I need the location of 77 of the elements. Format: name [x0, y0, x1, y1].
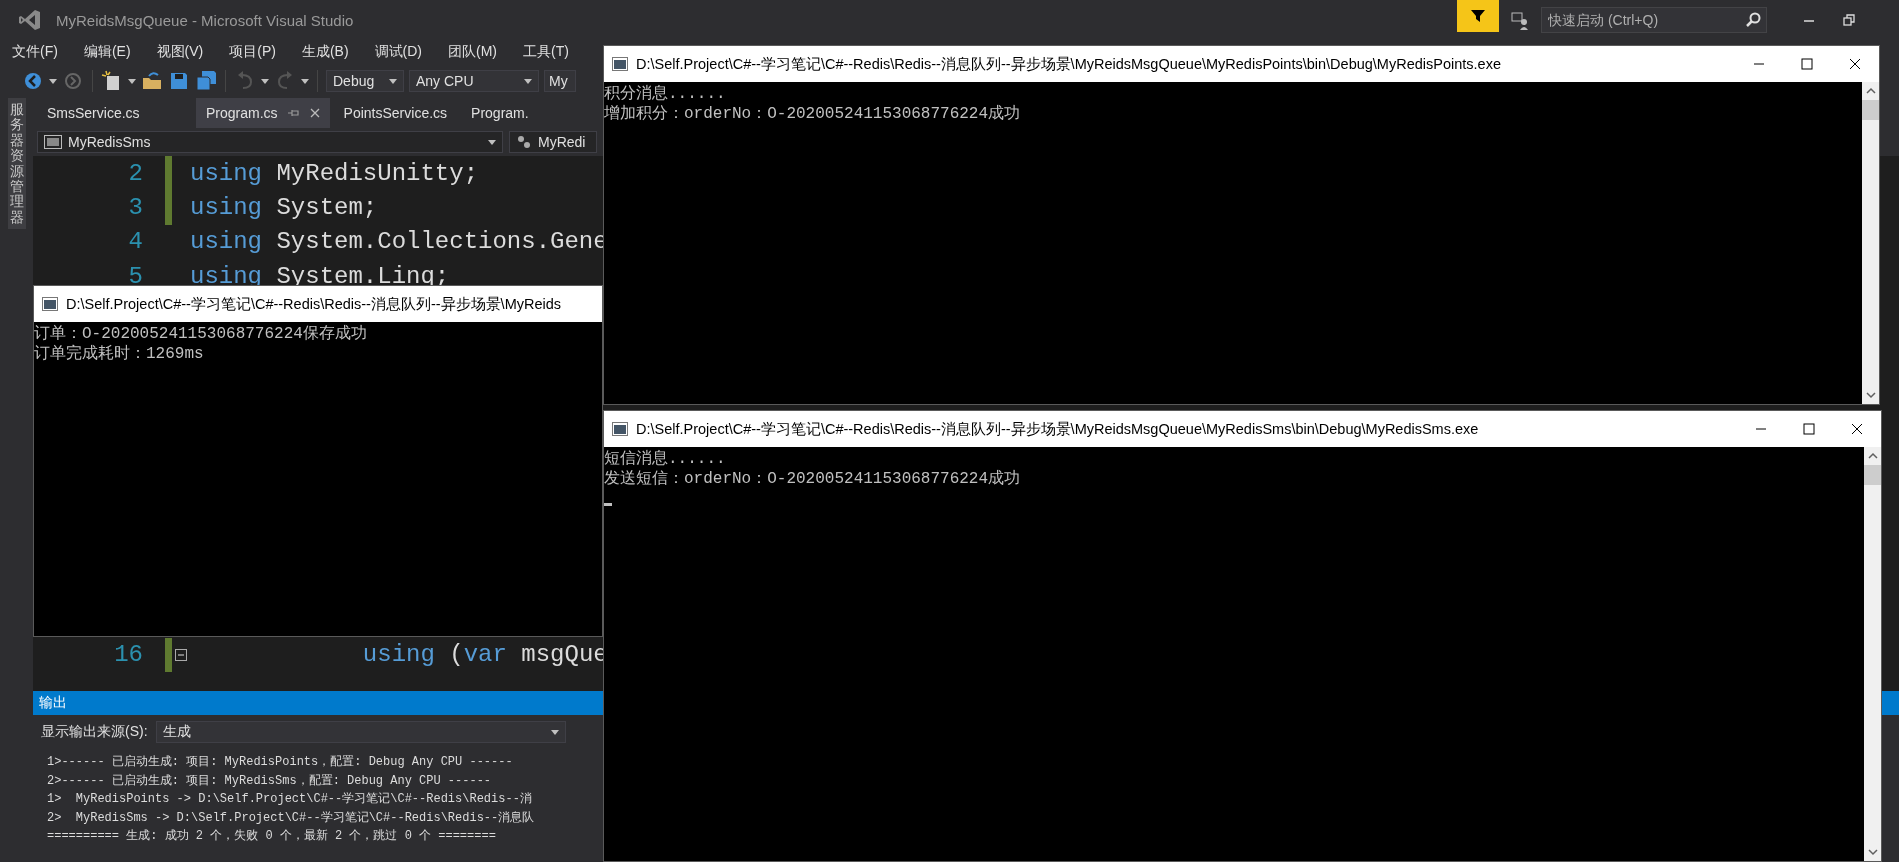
window-title: MyReidsMsgQueue - Microsoft Visual Studio	[56, 11, 354, 29]
console-icon	[42, 297, 58, 311]
scroll-thumb[interactable]	[1862, 100, 1879, 120]
menu-item[interactable]: 生成(B)	[295, 41, 355, 63]
pin-icon[interactable]	[287, 108, 300, 118]
output-line: 1>------ 已启动生成: 项目: MyRedisPoints，配置: Debug Any CPU ------	[47, 754, 514, 771]
maximize-icon	[1801, 58, 1813, 70]
scrollbar[interactable]	[1862, 82, 1879, 404]
feedback-icon[interactable]	[1509, 9, 1531, 31]
scrollbar[interactable]	[1864, 447, 1881, 861]
document-tab[interactable]: Program.cs	[196, 98, 330, 128]
close-icon	[1849, 58, 1861, 70]
menu-item[interactable]: 文件(F)	[6, 41, 64, 63]
window-title: D:\Self.Project\C#--学习笔记\C#--Redis\Redis--消息队列--异步场景\MyReidsMsgQueue\MyRedisPoints\bin\Debug\MyRedisPoints.exe	[636, 54, 1502, 74]
caret-icon	[389, 78, 397, 84]
console-line: 短信消息......	[604, 449, 727, 469]
console-line: 订单：O-202005241153068776224保存成功	[34, 324, 368, 344]
line-number: 4	[127, 228, 143, 256]
menu-item[interactable]: 调试(D)	[368, 41, 428, 63]
output-line: 2> MyRedisSms -> D:\Self.Project\C#--学习笔记\C#--Redis\Redis--消息队	[47, 809, 536, 827]
open-folder-icon[interactable]	[141, 70, 163, 92]
line-number: 5	[127, 262, 143, 290]
console-icon	[612, 57, 628, 71]
line-number: 16	[113, 641, 143, 669]
project-dropdown[interactable]: MyRedisSms	[37, 131, 503, 153]
source-label: 显示输出来源(S):	[41, 723, 148, 741]
startup-project-dropdown[interactable]: My	[544, 70, 576, 92]
console-line: 增加积分：orderNo：O-202005241153068776224成功	[604, 104, 1022, 124]
caret-icon	[49, 78, 57, 84]
caret-icon	[524, 78, 532, 84]
document-tab[interactable]: PointsService.cs	[333, 98, 458, 128]
document-tab[interactable]: SmsService.cs	[37, 98, 192, 128]
forward-icon[interactable]	[62, 70, 84, 92]
back-icon[interactable]	[22, 70, 44, 92]
menu-item[interactable]: 视图(V)	[150, 41, 210, 63]
maximize-icon	[1803, 423, 1815, 435]
window-title: D:\Self.Project\C#--学习笔记\C#--Redis\Redis--消息队列--异步场景\MyReidsMsgQueue\MyRedisSms\bin\Debug\MyRedisSms.exe	[636, 419, 1480, 439]
platform-dropdown[interactable]: Any CPU	[409, 70, 539, 92]
menu-item[interactable]: 编辑(E)	[77, 41, 137, 63]
code-line: using MyRedisUnitty;	[190, 159, 479, 187]
code-line: using System;	[190, 194, 378, 222]
output-line: 2>------ 已启动生成: 项目: MyRedisSms，配置: Debug Any CPU ------	[47, 772, 493, 790]
side-tab[interactable]: 服务器资源管理器	[8, 98, 26, 230]
filter-icon[interactable]	[1457, 0, 1499, 32]
line-number: 2	[127, 159, 143, 187]
code-line: using System.Collections.Gene	[190, 228, 608, 256]
caret-icon	[261, 78, 269, 84]
caret-icon	[488, 139, 496, 145]
caret-icon	[550, 729, 559, 735]
menu-item[interactable]: 工具(T)	[517, 41, 575, 63]
search-field[interactable]: 快速启动 (Ctrl+Q)	[1541, 7, 1767, 33]
collapse-icon[interactable]	[175, 648, 187, 661]
menu-item[interactable]: 项目(P)	[223, 41, 282, 63]
console-icon	[612, 422, 628, 436]
window-title: D:\Self.Project\C#--学习笔记\C#--Redis\Redis--消息队列--异步场景\MyReids	[66, 294, 563, 314]
console-line: 积分消息......	[604, 84, 727, 104]
app-logo	[18, 8, 42, 32]
configuration-dropdown[interactable]: Debug	[326, 70, 404, 92]
output-line: ========== 生成: 成功 2 个，失败 0 个，最新 2 个，跳过 0 个 ========	[47, 828, 497, 846]
restore-icon	[1843, 14, 1855, 26]
csharp-project-icon	[44, 135, 62, 149]
output-line: 1> MyRedisPoints -> D:\Self.Project\C#--学习笔记\C#--Redis\Redis--消	[47, 791, 533, 809]
member-dropdown[interactable]: MyRedi	[509, 131, 597, 153]
save-icon[interactable]	[168, 70, 190, 92]
caret-icon	[301, 78, 309, 84]
save-all-icon[interactable]	[195, 70, 217, 92]
console-line: 订单完成耗时：1269ms	[34, 344, 205, 364]
close-icon[interactable]	[309, 108, 320, 118]
source-dropdown[interactable]: 生成	[155, 721, 566, 743]
menu-item[interactable]: 团队(M)	[442, 41, 503, 63]
scroll-thumb[interactable]	[1864, 465, 1881, 485]
code-line: using (var msgQue	[362, 641, 608, 669]
line-number: 3	[127, 194, 143, 222]
document-tab[interactable]: Program.	[461, 98, 539, 128]
close-icon	[1851, 423, 1863, 435]
console-line: 发送短信：orderNo：O-202005241153068776224成功	[604, 469, 1022, 489]
caret-icon	[128, 78, 136, 84]
